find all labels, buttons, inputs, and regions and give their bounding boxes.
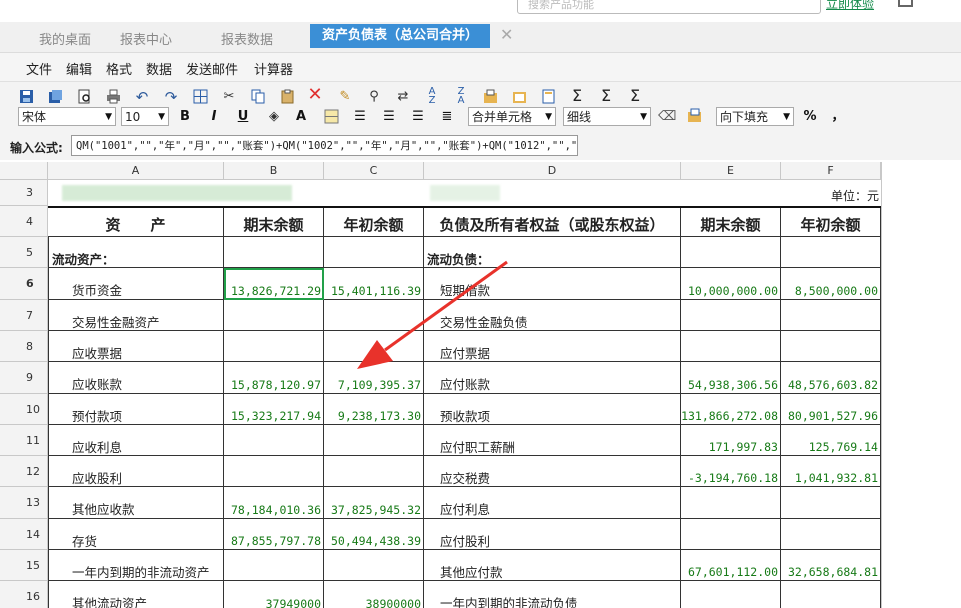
toolbar: ↶ ↷ ✂ ✕ ✎ ⚲ ⇄ AZ ZA Σ Σ Σ 宋体 ▼ 10 ▼ B I U …: [0, 82, 961, 134]
search-placeholder: 搜索产品功能: [528, 0, 594, 11]
merge-cells-select[interactable]: 合并单元格 ▼: [468, 107, 556, 126]
comma-button[interactable]: ，: [830, 109, 846, 125]
line-style-select[interactable]: 细线 ▼: [563, 107, 651, 126]
tab-report-data[interactable]: 报表数据: [221, 29, 273, 48]
find-icon[interactable]: ⚲: [366, 89, 382, 105]
close-icon[interactable]: ✕: [500, 25, 513, 44]
menu-calculator[interactable]: 计算器: [254, 59, 293, 78]
align-center-icon[interactable]: ☰: [381, 109, 397, 125]
fill-color-icon[interactable]: ◈: [266, 109, 282, 125]
sum-column-icon[interactable]: Σ: [627, 88, 643, 104]
select-all-icon[interactable]: [192, 89, 208, 105]
document-icon[interactable]: [540, 89, 556, 105]
spreadsheet-grid[interactable]: A B C D E F 3 单位：元 4 资 产 期末余额 年初余额 负债及所有…: [0, 162, 961, 608]
font-size-value: 10: [125, 110, 141, 124]
percent-button[interactable]: %: [802, 109, 818, 125]
menu-send-email[interactable]: 发送邮件: [186, 59, 238, 78]
paste-icon[interactable]: [279, 89, 295, 105]
cut-icon[interactable]: ✂: [221, 89, 237, 105]
save-icon[interactable]: [18, 89, 34, 105]
tab-report-center[interactable]: 报表中心: [120, 29, 172, 48]
tab-desktop[interactable]: 我的桌面: [39, 29, 91, 48]
undo-icon[interactable]: ↶: [134, 89, 150, 105]
font-size-select[interactable]: 10 ▼: [121, 107, 169, 126]
formula-bar: 输入公式: QM("1001","","年","月","","账套")+QM("…: [0, 134, 961, 160]
redo-icon[interactable]: ↷: [163, 89, 179, 105]
font-value: 宋体: [22, 110, 47, 124]
delete-icon[interactable]: ✕: [307, 86, 323, 104]
fill-down-select[interactable]: 向下填充 ▼: [716, 107, 794, 126]
clipboard-icon[interactable]: [511, 89, 527, 105]
print-icon[interactable]: [105, 89, 121, 105]
border-icon[interactable]: [323, 109, 339, 125]
align-right-icon[interactable]: ☰: [410, 109, 426, 125]
save-as-icon[interactable]: [47, 89, 63, 105]
format-painter-icon[interactable]: ✎: [337, 89, 353, 105]
copy-icon[interactable]: [250, 89, 266, 105]
bold-button[interactable]: B: [177, 109, 193, 125]
menu-data[interactable]: 数据: [146, 59, 172, 78]
sum-row-icon[interactable]: Σ: [598, 88, 614, 104]
formula-label: 输入公式:: [10, 141, 63, 155]
fill-down-value: 向下填充: [720, 110, 769, 124]
menu-file[interactable]: 文件: [26, 59, 52, 78]
home-icon[interactable]: [898, 0, 913, 7]
font-color-icon[interactable]: A: [293, 109, 309, 125]
arrow-shaft: [384, 260, 508, 352]
top-header: 搜索产品功能 立即体验: [0, 0, 961, 22]
format-icon[interactable]: [686, 108, 702, 124]
menu-edit[interactable]: 编辑: [66, 59, 92, 78]
tab-bar: 我的桌面 报表中心 报表数据 资产负债表（总公司合并） ✕: [0, 22, 961, 53]
underline-button[interactable]: U: [235, 109, 251, 125]
merge-cells-value: 合并单元格: [472, 110, 533, 124]
print-preview-icon[interactable]: [76, 89, 92, 105]
top-link[interactable]: 立即体验: [826, 0, 874, 12]
sort-desc-icon[interactable]: ZA: [453, 87, 469, 106]
insert-icon[interactable]: [482, 89, 498, 105]
replace-icon[interactable]: ⇄: [395, 89, 411, 105]
menu-bar: 文件 编辑 格式 数据 发送邮件 计算器: [0, 53, 961, 82]
formula-input[interactable]: QM("1001","","年","月","","账套")+QM("1002",…: [71, 135, 578, 156]
wrap-text-icon[interactable]: ≣: [439, 109, 455, 125]
annotation-arrow: [357, 260, 508, 369]
align-left-icon[interactable]: ☰: [352, 109, 368, 125]
font-select[interactable]: 宋体 ▼: [18, 107, 116, 126]
sum-icon[interactable]: Σ: [569, 88, 585, 104]
eraser-icon[interactable]: ⌫: [658, 109, 676, 125]
menu-format[interactable]: 格式: [106, 59, 132, 78]
search-input[interactable]: 搜索产品功能: [517, 0, 821, 14]
italic-button[interactable]: I: [206, 109, 222, 125]
sort-asc-icon[interactable]: AZ: [424, 87, 440, 106]
arrow-head: [357, 340, 393, 369]
tab-balance-sheet[interactable]: 资产负债表（总公司合并）: [310, 24, 491, 48]
line-style-value: 细线: [567, 110, 592, 124]
